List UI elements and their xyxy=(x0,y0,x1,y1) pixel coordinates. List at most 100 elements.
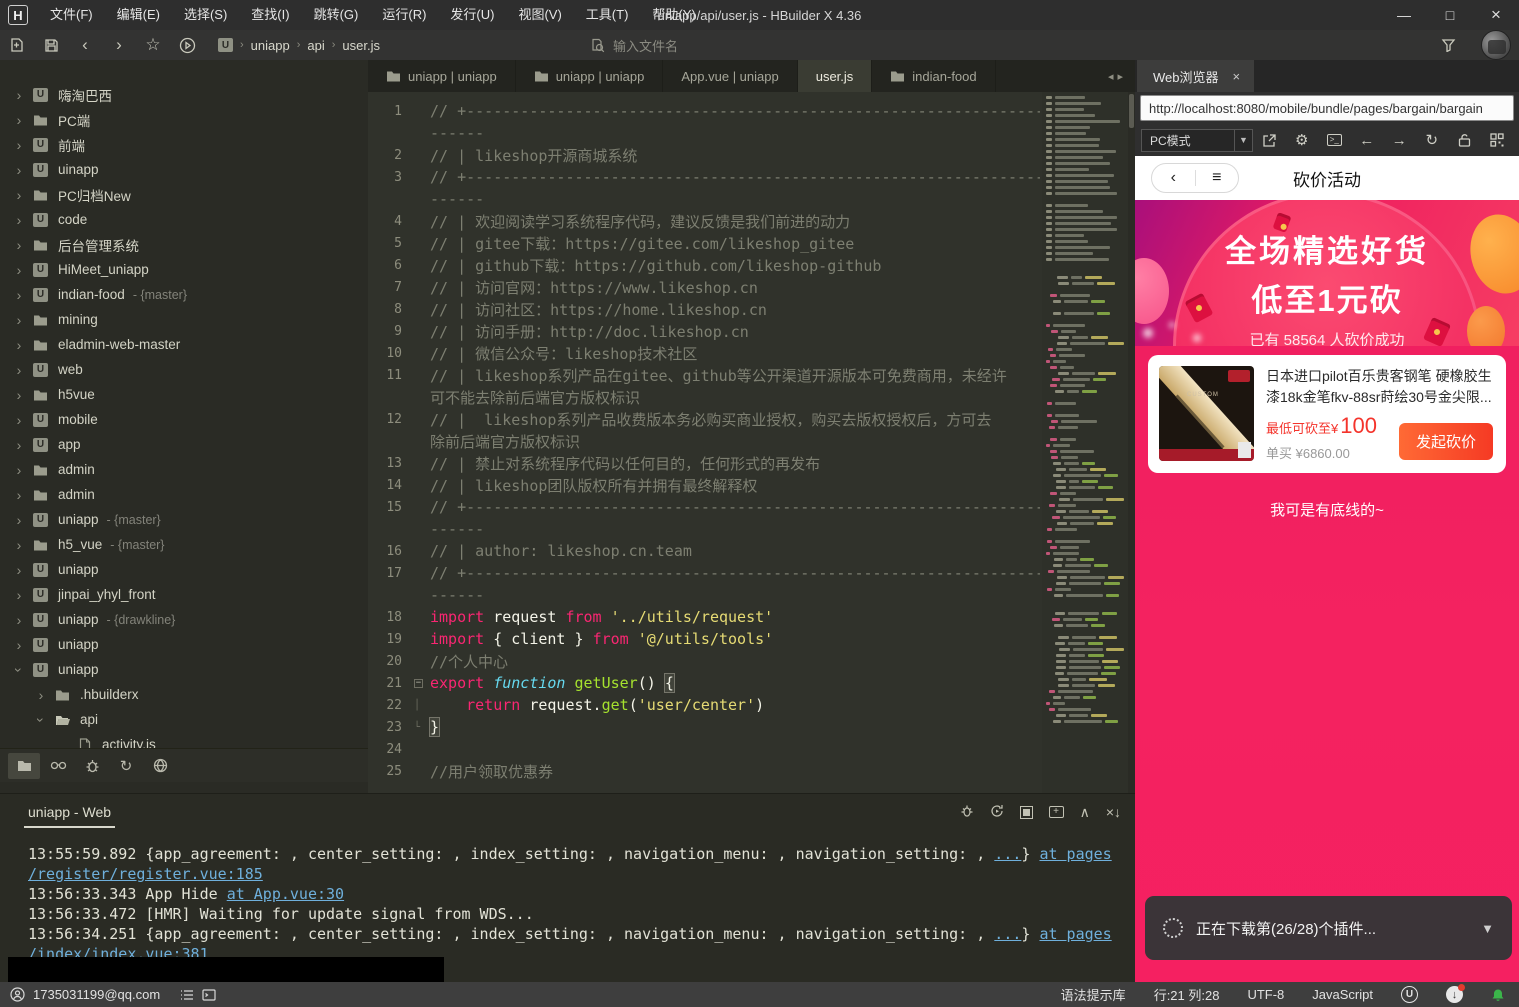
menu-item[interactable]: 跳转(G) xyxy=(302,0,371,30)
qr-code-icon[interactable] xyxy=(1481,133,1514,147)
web-panel-icon[interactable] xyxy=(144,753,176,779)
maximize-button[interactable]: □ xyxy=(1427,0,1473,30)
tree-chevron-icon[interactable]: › xyxy=(12,262,26,278)
tree-chevron-icon[interactable]: › xyxy=(12,512,26,528)
tree-chevron-icon[interactable]: › xyxy=(12,487,26,503)
browser-tab-close-icon[interactable]: × xyxy=(1233,69,1241,84)
sync-panel-icon[interactable]: ↻ xyxy=(110,753,142,779)
nav-back-icon[interactable]: ← xyxy=(1351,132,1384,149)
tree-chevron-icon[interactable]: › xyxy=(12,162,26,178)
tree-item[interactable]: ›Ucode xyxy=(0,207,368,232)
tree-chevron-icon[interactable]: › xyxy=(34,687,48,703)
editor-tab[interactable]: user.js xyxy=(798,60,873,92)
tree-item[interactable]: ›Uuniapp xyxy=(0,657,368,682)
code-area[interactable]: 1// +-----------------------------------… xyxy=(368,92,1040,793)
run-button[interactable] xyxy=(170,32,204,58)
editor-tab[interactable]: indian-food xyxy=(872,60,995,92)
log-link[interactable]: at App.vue:30 xyxy=(227,885,344,903)
tree-item[interactable]: ›api xyxy=(0,707,368,732)
close-button[interactable]: × xyxy=(1473,0,1519,30)
encoding-label[interactable]: UTF-8 xyxy=(1247,987,1284,1002)
search-panel-icon[interactable] xyxy=(42,753,74,779)
tree-chevron-icon[interactable]: › xyxy=(12,412,26,428)
editor-tab[interactable]: uniapp | uniapp xyxy=(516,60,664,92)
refresh-icon[interactable]: ↻ xyxy=(1416,131,1449,149)
tree-item[interactable]: ›.hbuilderx xyxy=(0,682,368,707)
log-link[interactable]: at pages xyxy=(1039,925,1111,943)
tab-scroll-arrows[interactable]: ◂▸ xyxy=(1108,70,1135,83)
file-search-input[interactable]: 输入文件名 xyxy=(590,36,678,55)
open-external-icon[interactable] xyxy=(1253,133,1286,148)
tree-item[interactable]: ›Umobile xyxy=(0,407,368,432)
scrollbar-handle[interactable] xyxy=(1129,94,1134,128)
back-button[interactable]: ‹ xyxy=(68,32,102,58)
tree-item[interactable]: ›h5_vue- {master} xyxy=(0,532,368,557)
tree-chevron-icon[interactable]: › xyxy=(12,562,26,578)
terminal-icon[interactable] xyxy=(202,989,216,1001)
menu-item[interactable]: 发行(U) xyxy=(438,0,506,30)
new-console-icon[interactable]: + xyxy=(1049,806,1064,818)
tree-item[interactable]: ›eladmin-web-master xyxy=(0,332,368,357)
tree-chevron-icon[interactable]: › xyxy=(12,462,26,478)
tree-chevron-icon[interactable]: › xyxy=(12,312,26,328)
collapse-icon[interactable]: ∧ xyxy=(1080,804,1090,821)
page-back-icon[interactable]: ‹ xyxy=(1152,169,1195,187)
tree-item[interactable]: ›Uindian-food- {master} xyxy=(0,282,368,307)
menu-item[interactable]: 运行(R) xyxy=(370,0,438,30)
tree-chevron-icon[interactable]: › xyxy=(12,87,26,103)
editor-tab[interactable]: uniapp | uniapp xyxy=(368,60,516,92)
lock-icon[interactable] xyxy=(1448,133,1481,147)
menu-item[interactable]: 查找(I) xyxy=(239,0,301,30)
editor-scrollbar[interactable] xyxy=(1128,92,1135,793)
page-menu-icon[interactable]: ≡ xyxy=(1196,169,1239,187)
tree-item[interactable]: ›Ujinpai_yhyl_front xyxy=(0,582,368,607)
devtools-console-icon[interactable]: >_ xyxy=(1318,134,1351,146)
tree-item[interactable]: ›Uuniapp xyxy=(0,557,368,582)
forward-button[interactable]: › xyxy=(102,32,136,58)
files-panel-icon[interactable] xyxy=(8,753,40,779)
tree-item[interactable]: ›U嗨淘巴西 xyxy=(0,82,368,107)
minimize-button[interactable]: — xyxy=(1381,0,1427,30)
product-card[interactable]: CUSTOM 日本进口pilot百乐贵客钢笔 硬橡胶生漆18k金笔fkv-88s… xyxy=(1148,355,1506,473)
tree-chevron-icon[interactable]: › xyxy=(12,287,26,303)
language-mode[interactable]: JavaScript xyxy=(1312,987,1373,1002)
tree-chevron-icon[interactable]: › xyxy=(12,187,26,203)
breadcrumb-item[interactable]: user.js xyxy=(342,38,380,53)
new-file-button[interactable] xyxy=(0,32,34,58)
account-email[interactable]: 1735031199@qq.com xyxy=(33,987,160,1002)
menu-item[interactable]: 工具(T) xyxy=(574,0,641,30)
tree-item[interactable]: ›mining xyxy=(0,307,368,332)
tree-chevron-icon[interactable]: › xyxy=(12,537,26,553)
debug-panel-icon[interactable] xyxy=(76,753,108,779)
start-bargain-button[interactable]: 发起砍价 xyxy=(1399,423,1493,460)
tree-chevron-icon[interactable]: › xyxy=(12,437,26,453)
device-mode-select[interactable]: PC模式▼ xyxy=(1141,129,1253,152)
tree-chevron-icon[interactable]: › xyxy=(12,212,26,228)
tree-item[interactable]: ›U前端 xyxy=(0,132,368,157)
menu-item[interactable]: 选择(S) xyxy=(172,0,239,30)
log-link[interactable]: ... xyxy=(994,925,1021,943)
tree-item[interactable]: ›UHiMeet_uniapp xyxy=(0,257,368,282)
tree-item[interactable]: ›admin xyxy=(0,457,368,482)
nav-forward-icon[interactable]: → xyxy=(1383,132,1416,149)
filter-icon[interactable] xyxy=(1431,32,1465,58)
task-list-icon[interactable] xyxy=(180,989,194,1001)
tree-chevron-icon[interactable]: › xyxy=(12,112,26,128)
tree-item[interactable]: ›h5vue xyxy=(0,382,368,407)
download-badge-icon[interactable]: ↓ xyxy=(1446,986,1463,1003)
tree-item[interactable]: ›Uweb xyxy=(0,357,368,382)
menu-item[interactable]: 编辑(E) xyxy=(105,0,172,30)
console-tab[interactable]: uniapp - Web xyxy=(24,796,115,828)
tree-chevron-icon[interactable]: › xyxy=(12,612,26,628)
tree-chevron-icon[interactable]: › xyxy=(12,237,26,253)
settings-gear-icon[interactable]: ⚙ xyxy=(1286,131,1319,149)
tree-item[interactable]: ›Uapp xyxy=(0,432,368,457)
debug-icon[interactable] xyxy=(960,804,974,821)
tree-item[interactable]: ›Uuinapp xyxy=(0,157,368,182)
log-link[interactable]: ... xyxy=(994,845,1021,863)
browser-tab[interactable]: Web浏览器 × xyxy=(1137,60,1254,92)
close-console-icon[interactable]: ×↓ xyxy=(1106,804,1121,820)
menu-item[interactable]: 文件(F) xyxy=(38,0,105,30)
tree-item[interactable]: ›后台管理系统 xyxy=(0,232,368,257)
tree-item[interactable]: ›Uuniapp xyxy=(0,632,368,657)
